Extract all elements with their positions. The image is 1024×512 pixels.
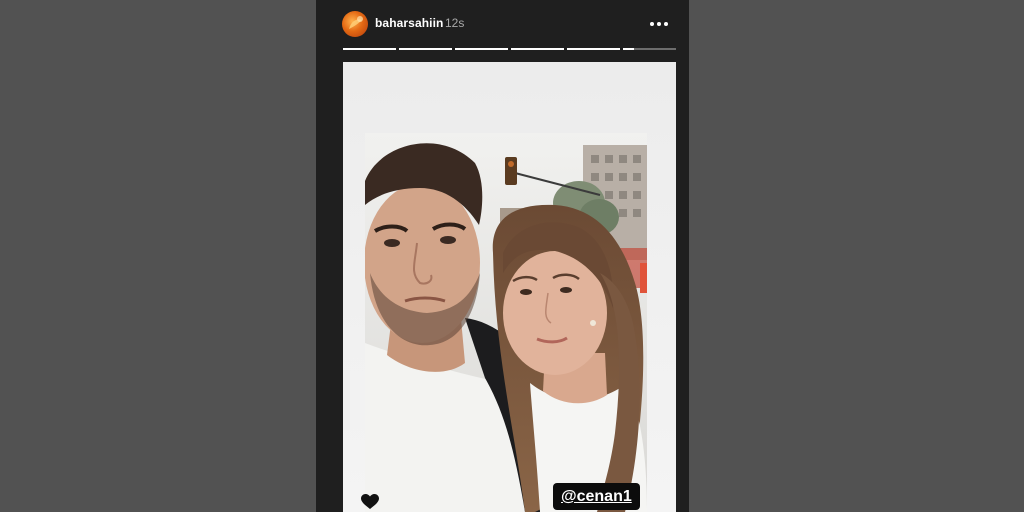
progress-segment-fill: [455, 48, 508, 50]
progress-segment-fill: [343, 48, 396, 50]
username[interactable]: baharsahiin: [375, 16, 443, 30]
story-progress-bar: [343, 48, 676, 51]
progress-segment: [511, 48, 564, 50]
story-header: baharsahiin 12s: [316, 0, 689, 50]
selfie-photo: [365, 133, 647, 512]
mention-text: @cenan1: [561, 488, 632, 505]
progress-segment-fill: [567, 48, 620, 50]
progress-segment: [623, 48, 676, 50]
progress-segment-fill: [399, 48, 452, 50]
heart-icon[interactable]: [361, 494, 379, 510]
progress-segment: [567, 48, 620, 50]
avatar[interactable]: [342, 11, 368, 37]
progress-segment: [455, 48, 508, 50]
progress-segment-fill: [511, 48, 564, 50]
story-canvas: @cenan1: [343, 62, 676, 512]
progress-segment: [399, 48, 452, 50]
mention-sticker[interactable]: @cenan1: [553, 483, 640, 510]
more-options-icon[interactable]: [646, 12, 672, 36]
progress-segment-fill: [623, 48, 634, 50]
story-viewer: baharsahiin 12s @cenan1: [316, 0, 689, 512]
progress-segment: [343, 48, 396, 50]
timestamp: 12s: [445, 16, 465, 30]
